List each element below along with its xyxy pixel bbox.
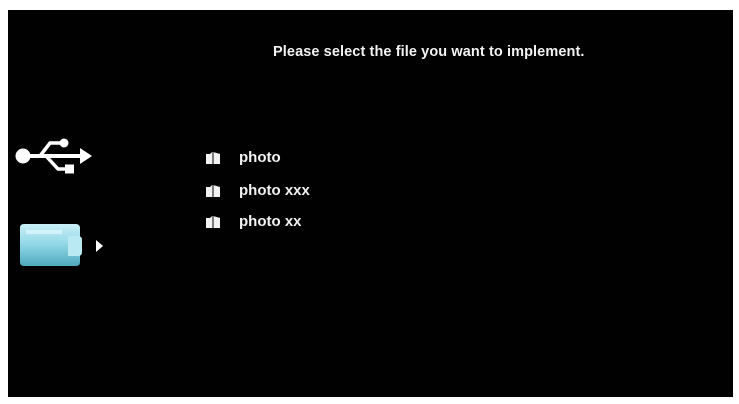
file-item-photo-xxx[interactable]: photo xxx (206, 173, 310, 208)
file-name: photo xx (239, 213, 302, 230)
folder-icon (206, 216, 220, 228)
file-item-photo[interactable]: photo (206, 140, 310, 175)
file-item-photo-xx[interactable]: photo xx (206, 204, 310, 239)
prompt-text: Please select the file you want to imple… (273, 44, 585, 60)
sd-card-icon[interactable] (16, 222, 108, 268)
folder-icon (206, 152, 220, 164)
usb-icon[interactable] (14, 138, 92, 174)
selection-arrow-icon (96, 240, 103, 252)
file-list: photo photo xxx photo xx (206, 140, 310, 239)
file-name: photo (239, 149, 281, 166)
file-browser-screen: Please select the file you want to imple… (8, 10, 733, 397)
file-name: photo xxx (239, 182, 310, 199)
folder-icon (206, 185, 220, 197)
